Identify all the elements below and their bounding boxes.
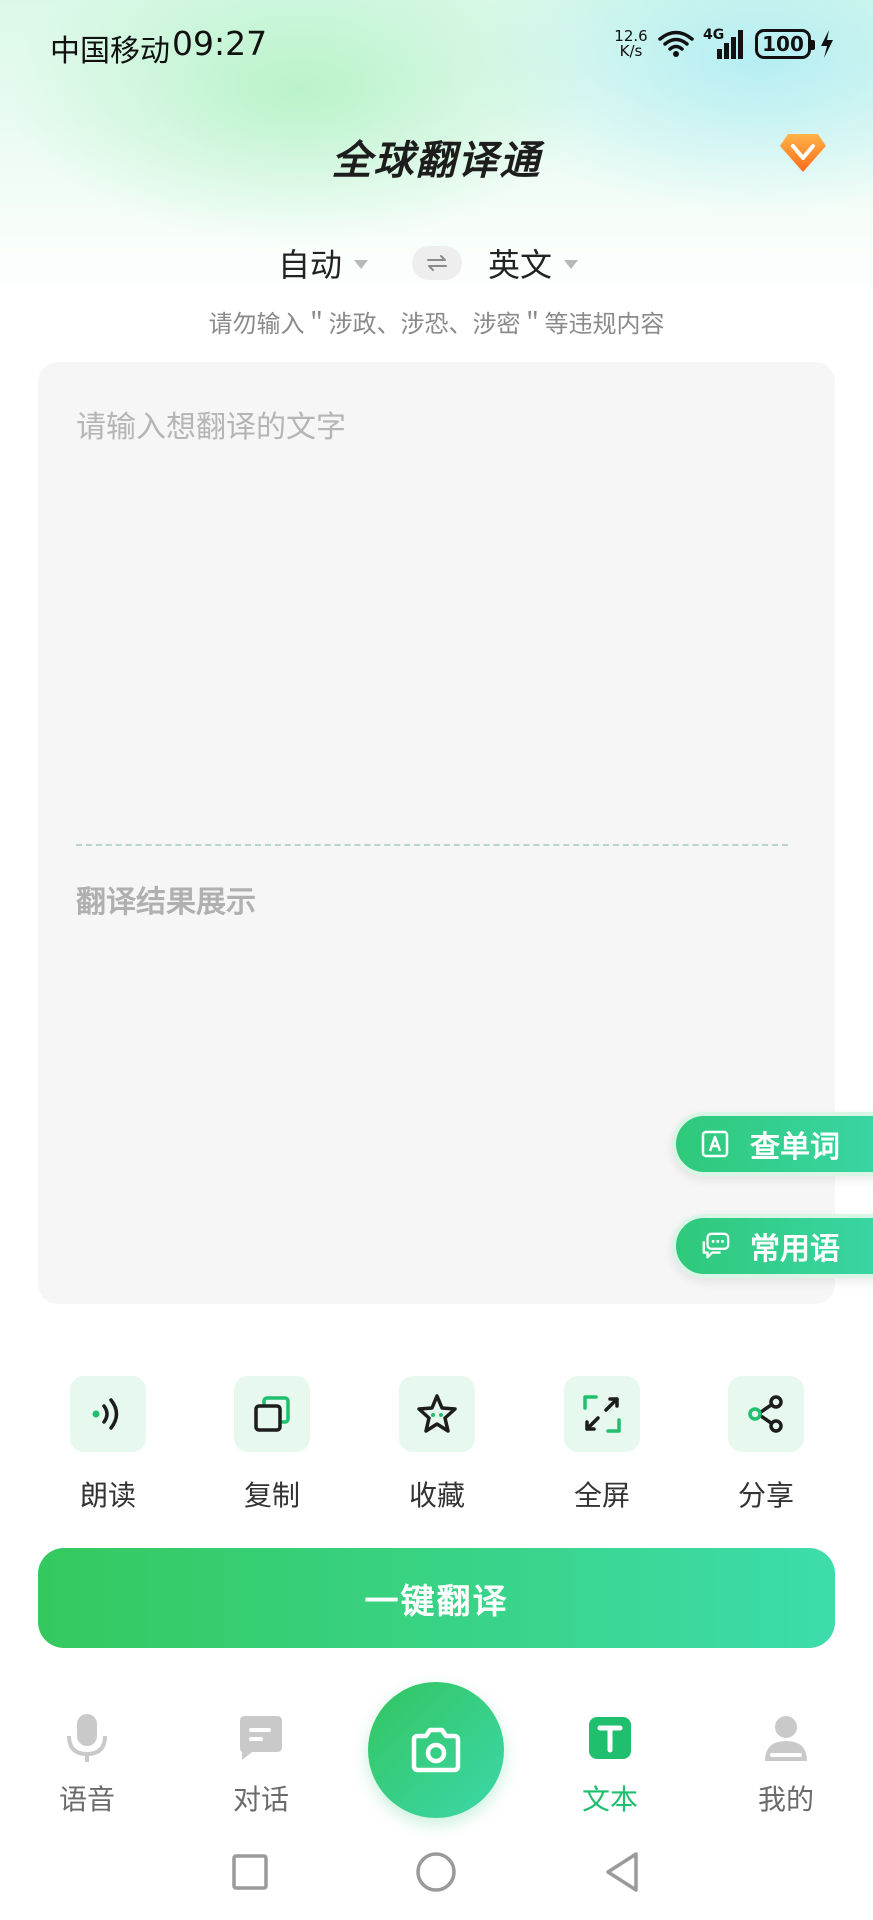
camera-icon [411,1727,461,1773]
home-button[interactable] [406,1842,466,1902]
battery-indicator: 100 [755,29,815,59]
translate-button[interactable]: 一键翻译 [38,1548,835,1648]
copy-label: 复制 [243,1479,300,1512]
text-t-icon [584,1712,636,1764]
status-bar: 中国移动 09:27 12.6 K/s 4G 100 [0,0,873,90]
back-triangle-icon [606,1852,638,1892]
copy-button[interactable]: 复制 [212,1376,332,1514]
dashed-divider [76,844,788,846]
nav-text[interactable]: 文本 [550,1712,670,1818]
fullscreen-icon [564,1376,640,1452]
signal-bars-icon [717,30,743,59]
camera-translate-button[interactable] [368,1682,504,1818]
battery-level: 100 [762,32,804,56]
favorite-button[interactable]: 收藏 [377,1376,497,1514]
back-button[interactable] [592,1842,652,1902]
net-speed: 12.6 K/s [613,29,649,59]
status-time: 09:27 [172,24,268,63]
share-button[interactable]: 分享 [706,1376,826,1514]
copy-icon [234,1376,310,1452]
lookup-word-label: 查单词 [750,1130,840,1165]
lookup-word-button[interactable]: 查单词 [672,1112,873,1176]
vip-diamond-icon[interactable] [778,130,828,174]
read-aloud-button[interactable]: 朗读 [48,1376,168,1514]
wifi-icon [658,30,694,57]
read-aloud-label: 朗读 [79,1479,136,1512]
swap-arrows-icon [427,255,447,271]
chat-bubble-icon [700,1231,730,1261]
fullscreen-label: 全屏 [573,1479,630,1512]
app-title: 全球翻译通 [331,138,542,184]
cellular-signal: 4G [703,27,747,61]
favorite-label: 收藏 [408,1479,465,1512]
square-icon [232,1854,268,1890]
user-profile-icon [760,1712,812,1764]
content-notice: 请勿输入＂涉政、涉恐、涉密＂等违规内容 [208,310,665,338]
dialog-icon [235,1712,287,1764]
common-phrases-button[interactable]: 常用语 [672,1214,873,1278]
translation-input[interactable]: 请输入想翻译的文字 [76,402,346,446]
bottom-navigation: 语音 对话 文本 我的 [0,1670,873,1820]
microphone-icon [61,1712,113,1764]
action-toolbar: 朗读 复制 收藏 全屏 分享 [0,1376,873,1516]
dictionary-icon [700,1129,730,1159]
caret-down-icon [354,259,369,269]
charging-icon [821,30,833,58]
common-phrases-label: 常用语 [750,1232,840,1267]
status-indicators: 12.6 K/s 4G 100 [613,26,835,62]
swap-languages-button[interactable] [412,246,462,280]
carrier-name: 中国移动 [50,34,170,69]
target-language-dropdown[interactable]: 英文 [488,240,579,286]
star-icon [399,1376,475,1452]
system-navigation-bar [0,1832,873,1912]
language-selector: 自动 英文 [0,240,873,290]
caret-down-icon [564,259,579,269]
translation-result: 翻译结果展示 [76,885,256,920]
speaker-icon [70,1376,146,1452]
share-icon [728,1376,804,1452]
recent-apps-button[interactable] [220,1842,280,1902]
share-label: 分享 [737,1479,794,1512]
nav-dialog[interactable]: 对话 [201,1712,321,1818]
nav-mine-label: 我的 [757,1783,814,1816]
nav-mine[interactable]: 我的 [726,1712,846,1818]
nav-text-label: 文本 [581,1783,638,1816]
circle-icon [416,1852,456,1892]
source-language-label: 自动 [278,246,343,284]
nav-voice-label: 语音 [58,1783,115,1816]
source-language-dropdown[interactable]: 自动 [278,240,369,286]
nav-dialog-label: 对话 [232,1783,289,1816]
net-speed-unit: K/s [619,42,643,60]
fullscreen-button[interactable]: 全屏 [542,1376,662,1514]
target-language-label: 英文 [488,246,553,284]
nav-voice[interactable]: 语音 [27,1712,147,1818]
